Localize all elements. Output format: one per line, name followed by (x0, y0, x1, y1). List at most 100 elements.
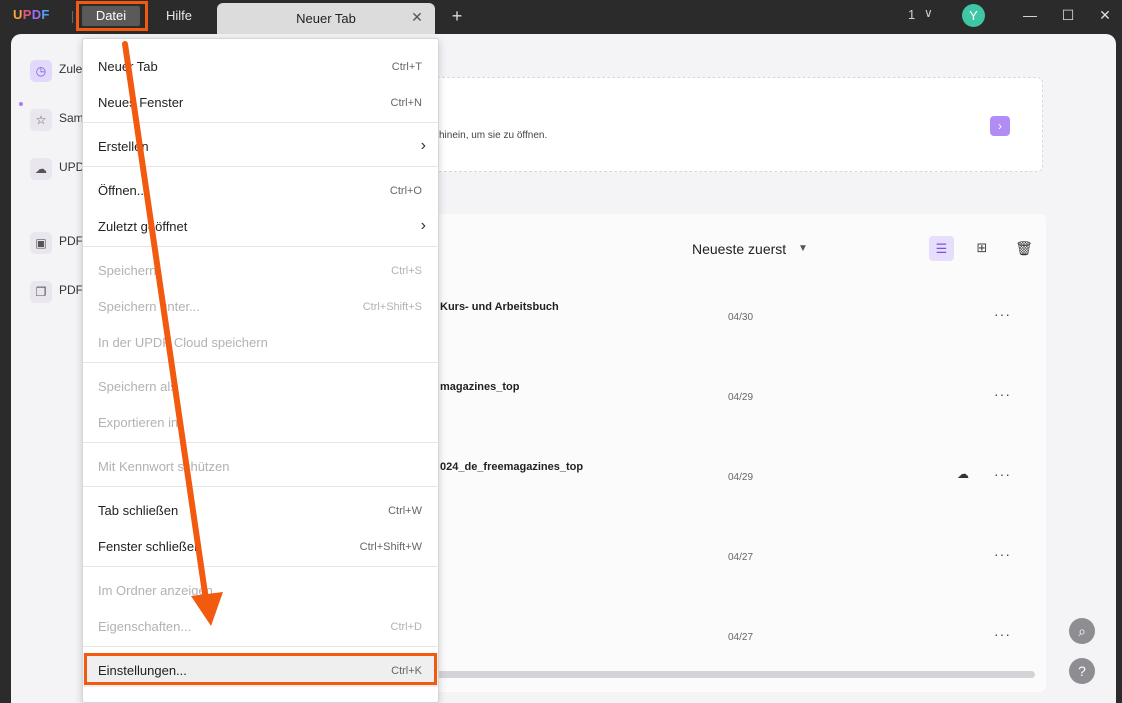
menu-item-save[interactable]: Speichern Ctrl+S (83, 253, 438, 287)
menu-item-label: Exportieren in (98, 415, 179, 430)
menu-item-shortcut: Ctrl+N (390, 97, 422, 109)
highlight-box-settings (84, 653, 437, 685)
avatar[interactable]: Y (962, 4, 985, 27)
menu-item-password[interactable]: Mit Kennwort schützen (83, 449, 438, 483)
active-indicator (19, 102, 23, 106)
file-drop-zone[interactable]: hinein, um sie zu öffnen. › (416, 77, 1043, 172)
more-icon[interactable]: ··· (994, 546, 1011, 562)
menu-separator (83, 566, 438, 567)
chevron-right-icon[interactable]: › (990, 116, 1010, 136)
list-view-icon[interactable]: ☰ (929, 236, 954, 261)
menu-item-shortcut: Ctrl+D (390, 621, 422, 633)
menu-item-label: Öffnen... (98, 183, 148, 198)
menu-item-label: Mit Kennwort schützen (98, 459, 230, 474)
sort-dropdown[interactable]: Neueste zuerst (692, 241, 786, 257)
file-row[interactable]: Kurs- und Arbeitsbuch 04/30 ··· (416, 294, 1046, 374)
horizontal-scrollbar[interactable] (436, 671, 1035, 678)
file-date: 04/29 (728, 472, 754, 483)
trash-icon[interactable]: 🗑 (1014, 238, 1034, 258)
menu-item-new-window[interactable]: Neues Fenster Ctrl+N (83, 85, 438, 119)
menu-item-label: Im Ordner anzeigen (98, 583, 213, 598)
more-icon[interactable]: ··· (994, 626, 1011, 642)
menu-item-shortcut: Ctrl+Shift+S (362, 301, 422, 313)
title-bar: UPDF Datei Hilfe Neuer Tab ✕ + 1 ∨ Y — ☐… (0, 0, 1122, 34)
menu-separator (83, 362, 438, 363)
file-name: 024_de_freemagazines_top (440, 461, 584, 473)
more-icon[interactable]: ··· (994, 386, 1011, 402)
menu-separator (83, 166, 438, 167)
updf-logo: UPDF (13, 7, 50, 22)
menu-item-save-cloud[interactable]: In der UPDF Cloud speichern (83, 325, 438, 359)
menu-hilfe[interactable]: Hilfe (156, 6, 202, 26)
recent-files-panel: Neueste zuerst ▼ ☰ ⊞ 🗑 Kurs- und Arbeits… (416, 214, 1046, 692)
drop-hint: hinein, um sie zu öffnen. (439, 130, 548, 141)
menu-item-label: Neues Fenster (98, 95, 184, 110)
file-name: magazines_top (440, 381, 520, 393)
menu-item-shortcut: Ctrl+Shift+W (359, 541, 422, 553)
menu-item-label: Speichern als (98, 379, 177, 394)
highlight-box-datei (76, 1, 148, 31)
sidebar-item-label: PDF (59, 234, 83, 248)
cloud-icon[interactable]: ☁ (957, 467, 969, 481)
menu-item-open[interactable]: Öffnen... Ctrl+O (83, 173, 438, 207)
grid-view-icon[interactable]: ⊞ (972, 238, 992, 258)
menu-item-close-tab[interactable]: Tab schließen Ctrl+W (83, 493, 438, 527)
minimize-icon[interactable]: — (1019, 5, 1041, 25)
tab-label: Neuer Tab (296, 11, 356, 26)
file-row[interactable]: magazines_top 04/29 ··· (416, 374, 1046, 454)
menu-separator (83, 122, 438, 123)
menu-separator (83, 246, 438, 247)
file-row[interactable]: 024_de_freemagazines_top 04/29 ☁ ··· (416, 454, 1046, 534)
divider (72, 11, 73, 23)
file-date: 04/30 (728, 312, 754, 323)
menu-separator (83, 486, 438, 487)
chevron-right-icon: › (420, 217, 426, 234)
maximize-icon[interactable]: ☐ (1057, 5, 1079, 25)
menu-item-label: Erstellen (98, 139, 149, 154)
menu-item-save-as[interactable]: Speichern unter... Ctrl+Shift+S (83, 289, 438, 323)
menu-item-label: Fenster schließen (98, 539, 202, 554)
menu-item-properties[interactable]: Eigenschaften... Ctrl+D (83, 609, 438, 643)
datei-menu: Neuer Tab Ctrl+T Neues Fenster Ctrl+N Er… (82, 38, 439, 703)
close-window-icon[interactable]: ✕ (1094, 5, 1116, 25)
window-count[interactable]: 1 (908, 7, 915, 22)
menu-item-save-as-format[interactable]: Speichern als (83, 369, 438, 403)
caret-down-icon[interactable]: ▼ (798, 243, 808, 254)
tab-neuer-tab[interactable]: Neuer Tab ✕ (217, 3, 435, 34)
menu-item-shortcut: Ctrl+O (389, 185, 422, 197)
file-row[interactable]: 04/27 ··· (416, 534, 1046, 614)
menu-item-close-window[interactable]: Fenster schließen Ctrl+Shift+W (83, 529, 438, 563)
menu-item-create[interactable]: Erstellen › (83, 129, 438, 163)
close-icon[interactable]: ✕ (409, 9, 425, 25)
menu-separator (83, 442, 438, 443)
file-date: 04/29 (728, 392, 754, 403)
sidebar-item-label: UPD (59, 160, 85, 174)
star-icon: ☆ (30, 109, 52, 131)
briefcase-icon: ▣ (30, 232, 52, 254)
menu-item-recent[interactable]: Zuletzt geöffnet › (83, 209, 438, 243)
file-date: 04/27 (728, 552, 754, 563)
menu-item-shortcut: Ctrl+T (391, 61, 422, 73)
more-icon[interactable]: ··· (994, 466, 1011, 482)
menu-item-shortcut: Ctrl+S (391, 265, 422, 277)
file-row[interactable]: 04/27 ··· (416, 614, 1046, 694)
more-icon[interactable]: ··· (994, 306, 1011, 322)
file-name: Kurs- und Arbeitsbuch (440, 301, 559, 313)
menu-item-show-in-folder[interactable]: Im Ordner anzeigen (83, 573, 438, 607)
menu-item-label: In der UPDF Cloud speichern (98, 335, 268, 350)
menu-item-label: Tab schließen (98, 503, 179, 518)
sidebar-item-label: Zule (59, 62, 83, 76)
menu-item-export[interactable]: Exportieren in (83, 405, 438, 439)
clock-icon: ◷ (30, 60, 52, 82)
plus-icon[interactable]: + (448, 6, 466, 26)
file-date: 04/27 (728, 632, 754, 643)
search-icon[interactable]: ⌕ (1069, 618, 1095, 644)
menu-separator (83, 646, 438, 647)
help-icon[interactable]: ? (1069, 658, 1095, 684)
menu-item-label: Eigenschaften... (98, 619, 192, 634)
menu-item-new-tab[interactable]: Neuer Tab Ctrl+T (83, 49, 438, 83)
chevron-right-icon: › (420, 137, 426, 154)
menu-item-label: Neuer Tab (98, 59, 158, 74)
chevron-down-icon[interactable]: ∨ (924, 6, 933, 20)
layers-icon: ❐ (30, 281, 52, 303)
